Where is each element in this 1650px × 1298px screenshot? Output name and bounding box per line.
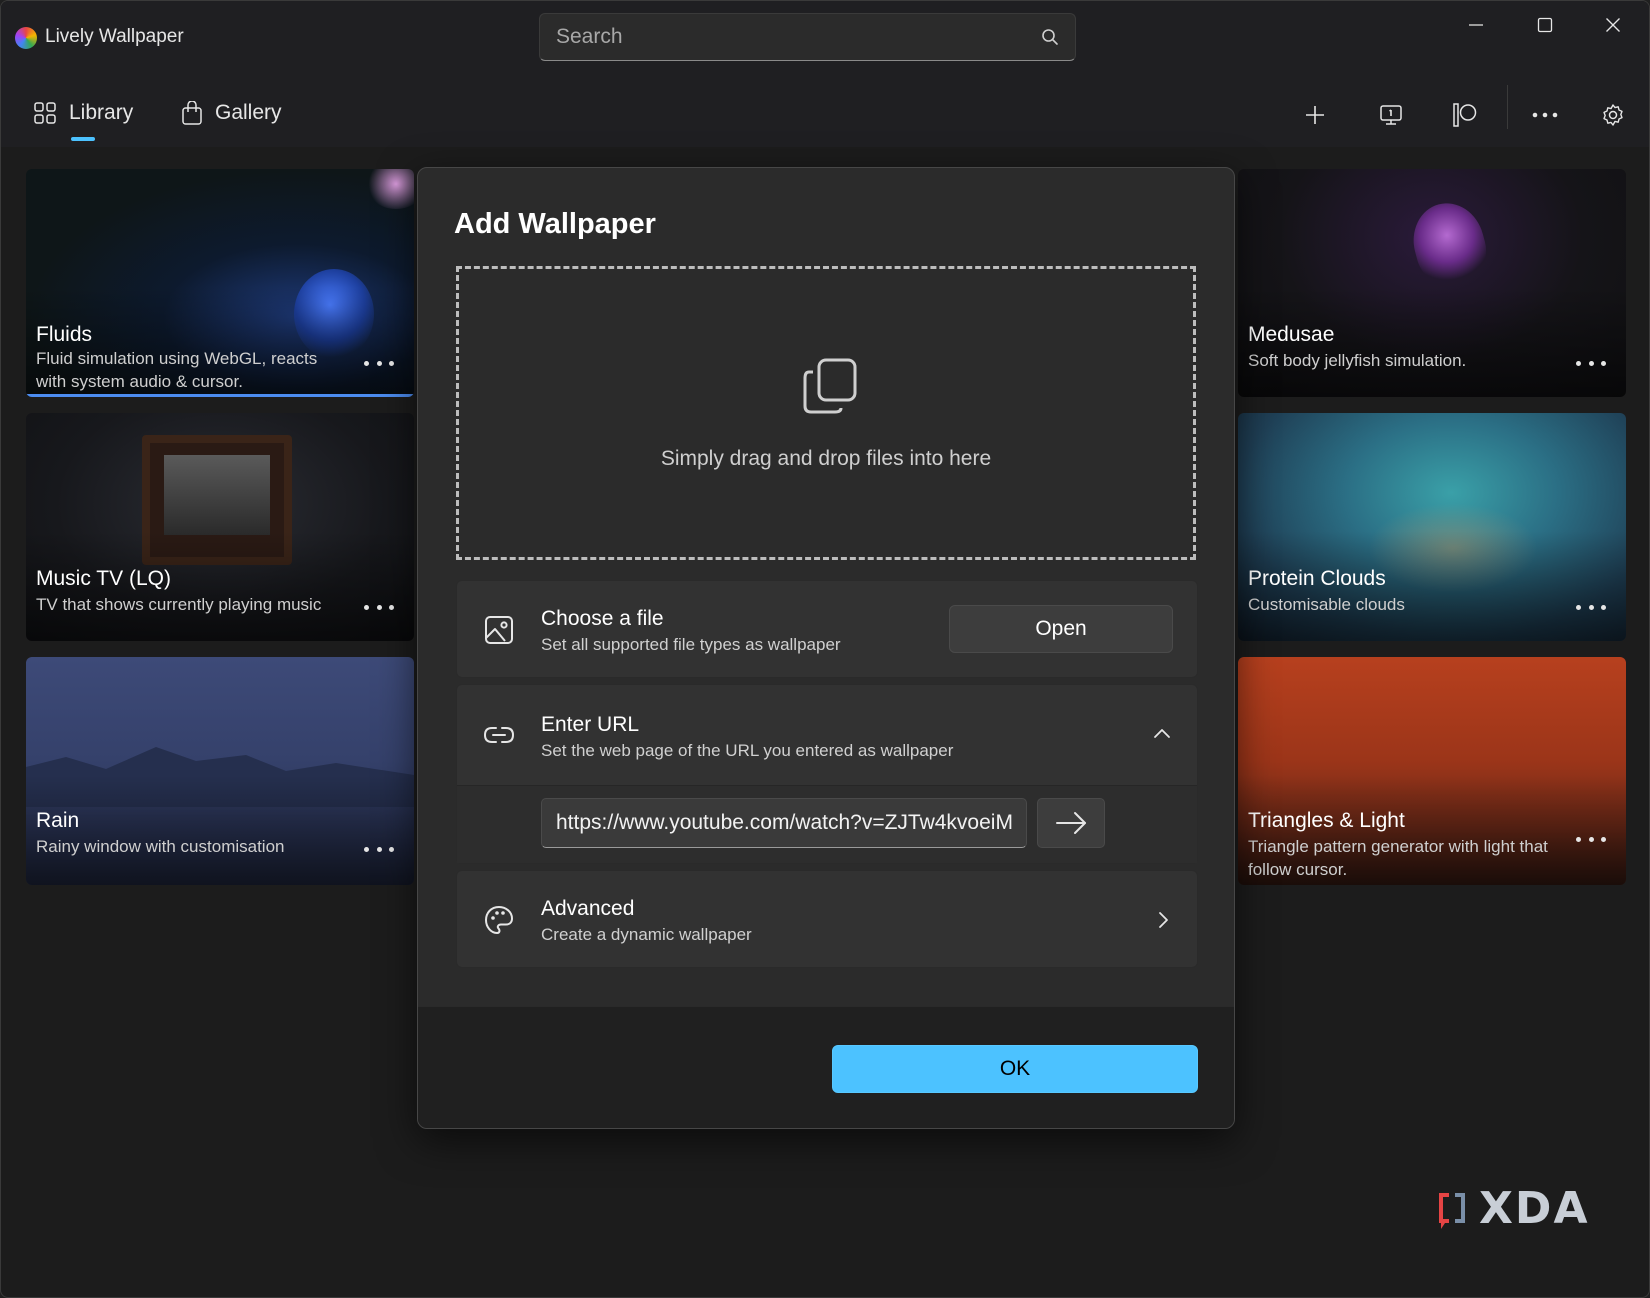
toolbar-divider: [1507, 85, 1508, 129]
screen-layout-button[interactable]: [1371, 95, 1411, 135]
image-file-icon: [485, 616, 513, 644]
card-more-button[interactable]: [364, 353, 394, 373]
enter-url-subtitle: Set the web page of the URL you entered …: [541, 741, 954, 760]
xda-watermark: XDA: [1435, 1183, 1595, 1234]
advanced-option[interactable]: Advanced Create a dynamic wallpaper: [456, 870, 1198, 968]
gear-icon: [1603, 104, 1623, 126]
title-bar[interactable]: Lively Wallpaper: [1, 1, 1649, 75]
minimize-button[interactable]: [1448, 9, 1504, 41]
tab-library[interactable]: Library: [33, 93, 134, 141]
patreon-button[interactable]: [1445, 95, 1485, 135]
chevron-up-icon[interactable]: [1153, 727, 1171, 739]
chevron-right-icon: [1159, 912, 1168, 928]
fluid-highlight-graphic: [366, 169, 414, 209]
advanced-subtitle: Create a dynamic wallpaper: [541, 925, 752, 944]
advanced-title: Advanced: [541, 897, 635, 920]
url-go-button[interactable]: [1037, 798, 1105, 848]
search-input[interactable]: [556, 14, 1016, 60]
dialog-title: Add Wallpaper: [454, 208, 656, 240]
search-box[interactable]: [539, 13, 1076, 61]
card-title: Protein Clouds: [1248, 567, 1386, 590]
enter-url-option: Enter URL Set the web page of the URL yo…: [456, 684, 1198, 864]
close-button[interactable]: [1585, 9, 1641, 41]
maximize-icon: [1537, 17, 1553, 33]
card-title: Rain: [36, 809, 80, 832]
choose-file-subtitle: Set all supported file types as wallpape…: [541, 635, 841, 654]
card-shade: [26, 775, 414, 885]
enter-url-header[interactable]: Enter URL Set the web page of the URL yo…: [457, 685, 1197, 785]
wallpaper-card-fluids[interactable]: Fluids Fluid simulation using WebGL, rea…: [26, 169, 414, 397]
card-title: Triangles & Light: [1248, 809, 1405, 832]
dialog-footer: OK: [418, 1006, 1234, 1128]
file-drop-zone[interactable]: Simply drag and drop files into here: [456, 266, 1196, 560]
open-file-button[interactable]: Open: [949, 605, 1173, 653]
card-description: Fluid simulation using WebGL, reacts wit…: [36, 349, 318, 391]
grid-icon: [34, 102, 56, 124]
xda-watermark-text: XDA: [1479, 1183, 1590, 1234]
add-wallpaper-button[interactable]: [1295, 95, 1335, 135]
enter-url-title: Enter URL: [541, 713, 640, 736]
close-icon: [1606, 18, 1620, 32]
choose-file-title: Choose a file: [541, 607, 664, 630]
wallpaper-card-protein-clouds[interactable]: Protein Clouds Customisable clouds: [1238, 413, 1626, 641]
app-title: Lively Wallpaper: [45, 26, 184, 47]
tv-screen-graphic: [164, 455, 270, 535]
tab-gallery-label: Gallery: [215, 101, 282, 124]
add-icon: [1306, 106, 1324, 124]
more-icon: [1532, 112, 1558, 118]
maximize-button[interactable]: [1517, 9, 1573, 41]
url-input[interactable]: [541, 798, 1027, 848]
arrow-right-icon: [1056, 812, 1086, 834]
shopping-bag-icon: [182, 101, 202, 125]
drop-zone-text: Simply drag and drop files into here: [660, 447, 992, 470]
active-tab-indicator: [71, 137, 95, 141]
settings-button[interactable]: [1593, 95, 1633, 135]
app-logo-icon: [15, 27, 37, 49]
wallpaper-card-music-tv[interactable]: Music TV (LQ) TV that shows currently pl…: [26, 413, 414, 641]
card-description: Rainy window with customisation: [36, 837, 285, 856]
more-options-button[interactable]: [1525, 95, 1565, 135]
app-window: Lively Wallpaper Search Library Gallery …: [0, 0, 1650, 1298]
choose-file-option: Choose a file Set all supported file typ…: [456, 580, 1198, 678]
minimize-icon: [1469, 24, 1483, 26]
card-more-button[interactable]: [364, 597, 394, 617]
wallpaper-card-triangles-light[interactable]: Triangles & Light Triangle pattern gener…: [1238, 657, 1626, 885]
link-icon: [483, 727, 515, 743]
card-more-button[interactable]: [1576, 597, 1606, 617]
wallpaper-card-medusae[interactable]: Medusae Soft body jellyfish simulation.: [1238, 169, 1626, 397]
tab-gallery[interactable]: Gallery: [181, 93, 282, 133]
copy-files-icon: [803, 358, 857, 414]
card-more-button[interactable]: [364, 839, 394, 859]
selected-indicator: [26, 394, 414, 397]
tab-library-label: Library: [69, 101, 134, 124]
palette-icon: [485, 906, 513, 934]
card-description: TV that shows currently playing music: [36, 595, 322, 614]
card-more-button[interactable]: [1576, 353, 1606, 373]
nav-bar: Library Gallery: [1, 75, 1649, 147]
card-description: Customisable clouds: [1248, 595, 1405, 614]
card-title: Fluids: [36, 323, 93, 346]
search-icon[interactable]: [1041, 28, 1059, 46]
ok-button[interactable]: OK: [832, 1045, 1198, 1093]
wallpaper-card-rain[interactable]: Rain Rainy window with customisation: [26, 657, 414, 885]
card-title: Medusae: [1248, 323, 1335, 346]
jellyfish-graphic: [1404, 195, 1494, 291]
url-input-row: [457, 785, 1197, 863]
patreon-icon: [1453, 103, 1477, 127]
screen-icon: [1380, 105, 1402, 125]
card-more-button[interactable]: [1576, 829, 1606, 849]
card-description: Triangle pattern generator with light th…: [1248, 837, 1548, 879]
add-wallpaper-dialog: Add Wallpaper Simply drag and drop files…: [417, 167, 1235, 1129]
card-description: Soft body jellyfish simulation.: [1248, 351, 1467, 370]
card-title: Music TV (LQ): [36, 567, 171, 590]
